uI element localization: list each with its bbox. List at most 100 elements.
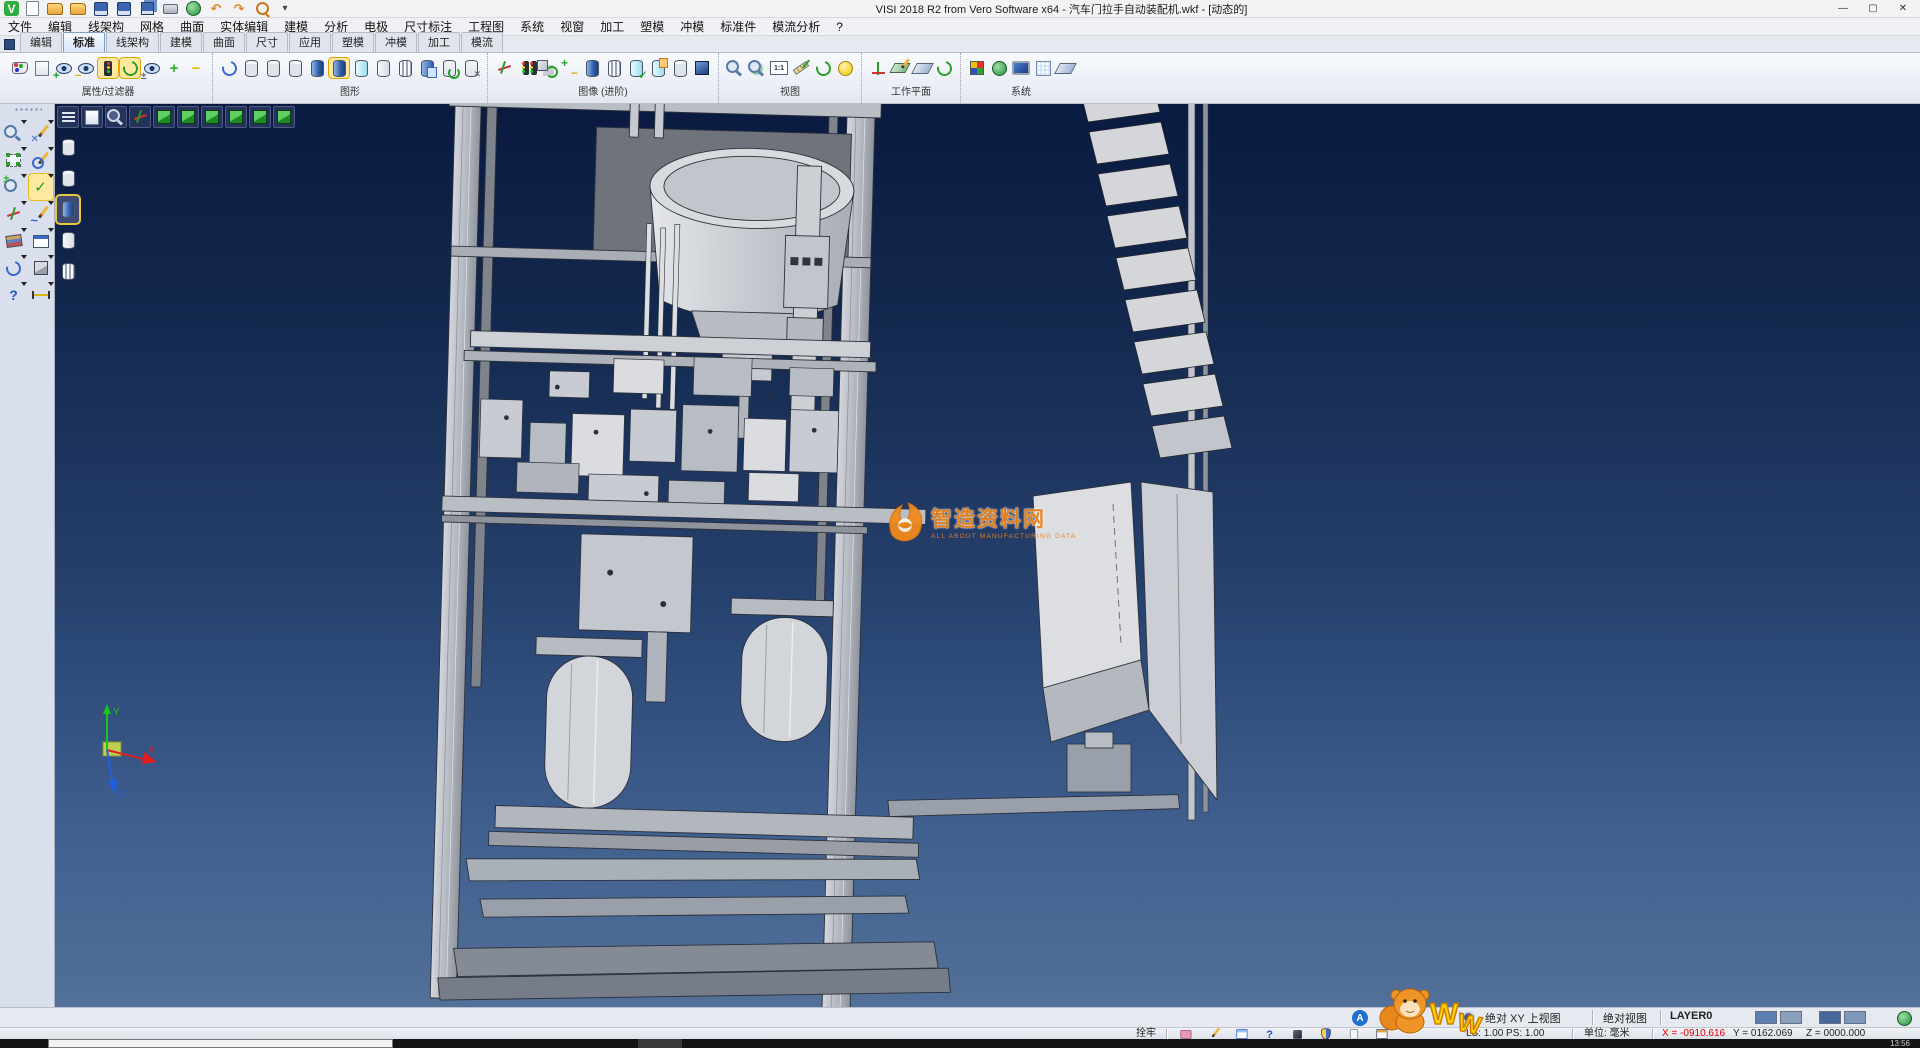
menu-item[interactable]: 塑模 [632,18,672,36]
dock-pan-view-button[interactable] [2,120,26,146]
dock-cube-button[interactable] [29,255,53,281]
ime-indicator[interactable]: A [1352,1010,1368,1026]
dock-sketch-delete-dropdown-icon[interactable] [48,120,54,124]
dock-sketch-curve-button[interactable] [29,201,53,227]
view-zoom-button[interactable] [105,106,127,128]
status-globe-icon[interactable] [1894,1008,1914,1028]
tab-item[interactable]: 模流 [461,32,503,52]
system-display-icon[interactable] [1011,58,1031,78]
dock-cube-dropdown-icon[interactable] [48,255,54,259]
display-section-button[interactable] [57,258,79,285]
dashed-line-display-icon[interactable] [285,58,305,78]
status-help-icon[interactable] [1264,1028,1276,1039]
menu-item[interactable]: 标准件 [712,18,764,36]
workplane-reset-icon[interactable] [934,58,954,78]
tab-item[interactable]: 尺寸 [246,32,288,52]
attribute-delete-icon[interactable] [10,58,30,78]
undo-icon[interactable] [206,0,226,19]
view-cube-iso-button[interactable] [273,106,295,128]
solid-shaded-icon[interactable] [582,58,602,78]
viewport-canvas[interactable]: 智造资料网 ALL ABOUT MANUFACTURING DATA Y X Z [55,104,1920,1007]
attribute-page-icon[interactable] [32,58,52,78]
filter-traffic-light-icon[interactable] [98,58,118,78]
hide-remove-icon[interactable] [76,58,96,78]
ghost-display-icon[interactable] [373,58,393,78]
menu-item[interactable]: 冲模 [672,18,712,36]
taskbar-search[interactable] [48,1039,393,1048]
save-as-icon[interactable] [114,0,134,19]
status-package-icon[interactable] [1292,1028,1304,1039]
open-file-icon[interactable] [45,0,65,19]
tab-item[interactable]: 加工 [418,32,460,52]
dock-attributes-dropdown-icon[interactable] [21,228,27,232]
menu-item[interactable]: 视窗 [552,18,592,36]
tab-item[interactable]: 线架构 [106,32,159,52]
gizmo-add-icon[interactable] [494,58,514,78]
taskbar-app-button[interactable] [638,1039,682,1048]
display-refresh-icon[interactable] [439,58,459,78]
save-icon[interactable] [91,0,111,19]
dock-sketch-delete-button[interactable] [29,120,53,146]
status-view-mode[interactable]: 绝对 XY 上视图 [1485,1010,1561,1026]
dock-select-frame-dropdown-icon[interactable] [21,147,27,151]
status-view-ref[interactable]: 绝对视图 [1603,1010,1647,1026]
tab-item[interactable]: 应用 [289,32,331,52]
dock-sketch-circle-button[interactable] [29,147,53,173]
save-all-icon[interactable] [137,0,157,19]
view-cube-top-button[interactable] [153,106,175,128]
tab-item[interactable]: 冲模 [375,32,417,52]
layer-swatch[interactable] [1780,1011,1802,1024]
system-globe-icon[interactable] [989,58,1009,78]
tab-item[interactable]: 建模 [160,32,202,52]
solid-page-icon[interactable] [648,58,668,78]
system-plane-icon[interactable] [1055,58,1075,78]
dock-window-views-dropdown-icon[interactable] [48,228,54,232]
redraw-icon[interactable] [219,58,239,78]
display-ghost-button[interactable] [57,227,79,254]
visibility-refresh-icon[interactable] [120,58,140,78]
hidden-line-display-icon[interactable] [263,58,283,78]
view-cube-left-button[interactable] [201,106,223,128]
cubes-refresh-icon[interactable] [538,58,558,78]
workbook-icon[interactable] [4,39,15,50]
color-settings-icon[interactable] [967,58,987,78]
display-settings-icon[interactable] [461,58,481,78]
menu-item[interactable]: 模流分析 [764,18,828,36]
view-cube-front-button[interactable] [177,106,199,128]
new-file-icon[interactable] [22,0,42,19]
render-quality-icon[interactable] [835,58,855,78]
view-gizmo-button[interactable] [129,106,151,128]
view-sheet-button[interactable] [81,106,103,128]
menu-item[interactable]: 系统 [512,18,552,36]
transparent-display-icon[interactable] [351,58,371,78]
view-refresh-icon[interactable] [813,58,833,78]
search-icon[interactable] [252,0,272,19]
dock-measure-button[interactable] [29,282,53,308]
traffic-pair-icon[interactable] [516,58,536,78]
display-wireframe-button[interactable] [57,134,79,161]
view-cube-back-button[interactable] [249,106,271,128]
display-copy-icon[interactable] [417,58,437,78]
status-capture-icon[interactable] [1180,1028,1192,1039]
status-cup-icon[interactable] [1348,1028,1360,1039]
wireframe-display-icon[interactable] [241,58,261,78]
dock-move-gizmo-button[interactable] [2,201,26,227]
dock-window-views-button[interactable] [29,228,53,254]
dock-move-gizmo-dropdown-icon[interactable] [21,201,27,205]
layer-swatch[interactable] [1755,1011,1777,1024]
workplane-align-icon[interactable] [912,58,932,78]
shaded-display-icon[interactable] [307,58,327,78]
viewport-menu-button[interactable] [57,106,79,128]
dock-pan-view-dropdown-icon[interactable] [21,120,27,124]
show-all-icon[interactable] [164,58,184,78]
close-button[interactable]: ✕ [1888,1,1918,17]
solid-wireframe-icon[interactable] [670,58,690,78]
menu-item[interactable]: ? [828,18,851,36]
zoom-in-icon[interactable] [725,58,745,78]
menu-item[interactable]: 加工 [592,18,632,36]
status-table-icon[interactable] [1236,1028,1248,1039]
redo-icon[interactable] [229,0,249,19]
dock-confirm-dropdown-icon[interactable] [48,174,54,178]
measure-tool-icon[interactable] [791,58,811,78]
show-hide-toggle-icon[interactable] [142,58,162,78]
